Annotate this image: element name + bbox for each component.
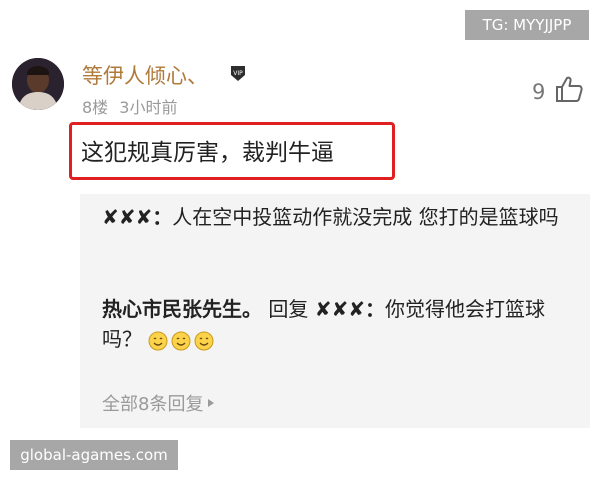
reply-text: 人在空中投篮动作就没完成 您打的是篮球吗 [172,205,559,229]
view-all-replies-label: 全部8条回复 [102,394,204,415]
vip-badge-icon: VIP [231,66,245,81]
view-all-replies-link[interactable]: 全部8条回复 [102,390,215,416]
replies-panel: ✘✘✘：人在空中投篮动作就没完成 您打的是篮球吗 热心市民张先生。 回复 ✘✘✘… [80,194,590,428]
avatar-image [12,58,64,110]
reply-separator: ： [152,205,173,229]
reply-item[interactable]: ✘✘✘：人在空中投篮动作就没完成 您打的是篮球吗 [102,202,572,232]
smiley-emoji-icon [148,331,168,350]
thumbs-up-icon[interactable] [554,74,584,104]
reply-separator: ： [365,297,385,321]
smiley-emoji-icon [171,331,191,350]
reply-word: 回复 [268,297,309,321]
avatar[interactable] [12,58,64,110]
comment-text: 这犯规真厉害，裁判牛逼 [81,140,334,166]
reply-item[interactable]: 热心市民张先生。 回复 ✘✘✘：你觉得他会打篮球吗？ [102,294,572,354]
triangle-right-icon [208,399,215,407]
reply-target[interactable]: ✘✘✘ [315,297,365,321]
post-time: 3小时前 [119,98,178,117]
vip-badge-label: VIP [233,70,243,77]
smiley-emoji-icon [194,331,214,350]
floor-number: 8楼 [82,98,109,117]
watermark-top: TG: MYYJJPP [465,10,589,40]
username[interactable]: 等伊人倾心、 [82,60,208,90]
reply-author[interactable]: 热心市民张先生。 [102,297,262,321]
comment-meta: 8楼 3小时前 [82,94,177,118]
watermark-bottom: global-agames.com [10,440,178,470]
reply-author[interactable]: ✘✘✘ [102,205,152,229]
like-count: 9 [532,80,546,104]
